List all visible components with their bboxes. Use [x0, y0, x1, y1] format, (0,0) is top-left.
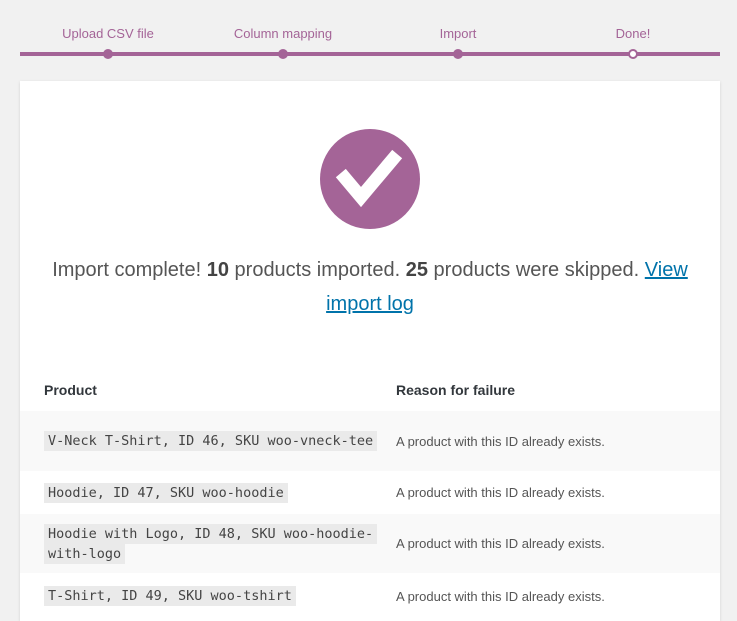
- column-header-product: Product: [44, 382, 97, 398]
- step-dot: [278, 49, 288, 59]
- step-label: Done!: [615, 26, 651, 41]
- step-label: Upload CSV file: [62, 26, 154, 41]
- checkmark-icon: [320, 129, 420, 229]
- reason-cell: A product with this ID already exists.: [396, 588, 605, 604]
- imported-count: 10: [206, 259, 229, 281]
- product-code: V-Neck T-Shirt, ID 46, SKU woo-vneck-tee: [44, 431, 378, 451]
- step-dot: [453, 49, 463, 59]
- step-import: Import: [378, 0, 538, 59]
- table-row: Hoodie with Logo, ID 48, SKU woo-hoodie-…: [20, 514, 720, 573]
- step-dot-active: [628, 49, 638, 59]
- summary-prefix: Import complete!: [52, 259, 202, 281]
- reason-cell: A product with this ID already exists.: [396, 485, 605, 500]
- step-upload-csv: Upload CSV file: [28, 0, 188, 59]
- product-code: Hoodie with Logo, ID 48, SKU woo-hoodie-…: [44, 523, 378, 564]
- table-row: Hoodie, ID 47, SKU woo-hoodie A product …: [20, 471, 720, 514]
- progress-line: [20, 52, 720, 56]
- import-result-panel: Import complete! 10 products imported. 2…: [20, 81, 720, 621]
- table-row: T-Shirt, ID 49, SKU woo-tshirt A product…: [20, 573, 720, 619]
- product-code: T-Shirt, ID 49, SKU woo-tshirt: [44, 586, 296, 606]
- step-done: Done!: [553, 0, 713, 59]
- product-cell: Hoodie with Logo, ID 48, SKU woo-hoodie-…: [20, 514, 382, 573]
- import-summary: Import complete! 10 products imported. 2…: [40, 253, 700, 321]
- reason-cell: A product with this ID already exists.: [382, 514, 720, 573]
- column-header-reason: Reason for failure: [396, 382, 516, 398]
- progress-steps: Upload CSV file Column mapping Import Do…: [20, 0, 720, 62]
- step-label: Import: [439, 26, 477, 41]
- skipped-text: products were skipped.: [433, 259, 640, 281]
- step-column-mapping: Column mapping: [203, 0, 363, 59]
- table-row: V-Neck T-Shirt, ID 46, SKU woo-vneck-tee…: [20, 411, 720, 471]
- product-cell: T-Shirt, ID 49, SKU woo-tshirt: [20, 573, 382, 619]
- product-cell: V-Neck T-Shirt, ID 46, SKU woo-vneck-tee: [20, 411, 382, 471]
- step-label: Column mapping: [233, 26, 333, 41]
- skipped-count: 25: [405, 259, 428, 281]
- failure-table: Product Reason for failure V-Neck T-Shir…: [20, 373, 720, 619]
- product-code: Hoodie, ID 47, SKU woo-hoodie: [44, 482, 288, 503]
- reason-cell: A product with this ID already exists.: [382, 411, 720, 471]
- imported-text: products imported.: [234, 259, 401, 281]
- table-header-row: Product Reason for failure: [20, 373, 720, 411]
- product-cell: Hoodie, ID 47, SKU woo-hoodie: [20, 471, 382, 514]
- step-dot: [103, 49, 113, 59]
